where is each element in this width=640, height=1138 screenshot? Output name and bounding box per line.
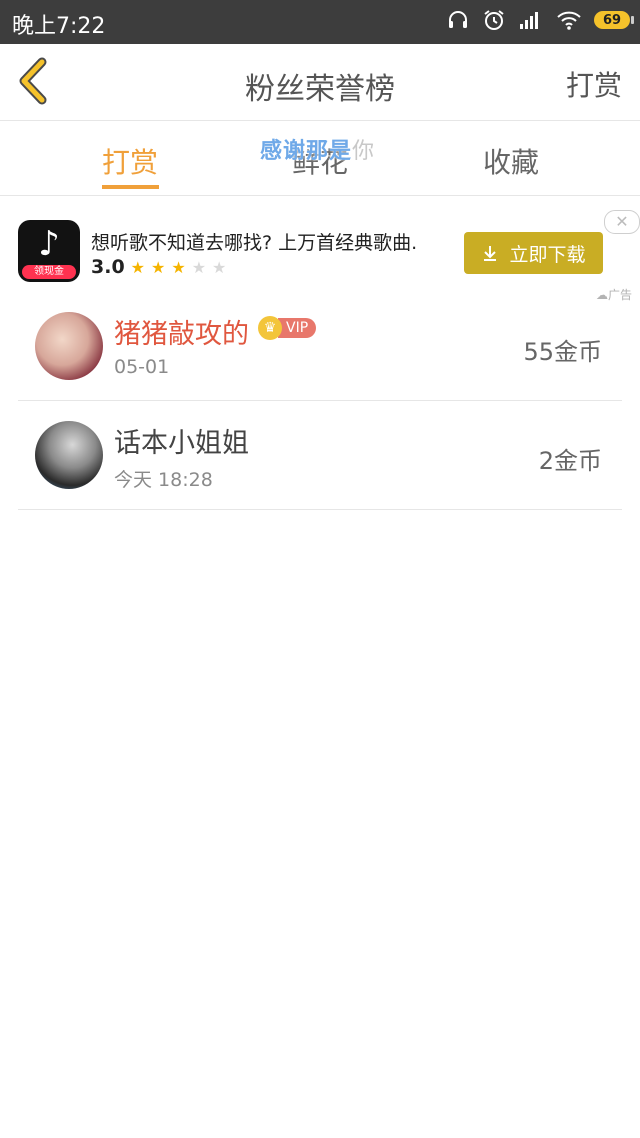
user-name: 猪猪敲攻的 [114,319,249,350]
tab-bar: 打赏 鲜花 收藏 感谢那是你 [0,121,640,196]
status-bar: 晚上7:22 69 [0,0,640,44]
list-item[interactable]: 猪猪敲攻的 ♛ VIP 05-01 55金币 [18,292,622,401]
user-name: 话本小姐姐 [114,428,249,459]
ad-banner[interactable]: ♪ 领现金 想听歌不知道去哪找? 上万首经典歌曲. 3.0 ★ ★ ★ ★ ★ … [0,196,640,302]
avatar[interactable] [35,312,103,380]
vip-badge: ♛ VIP [258,316,317,340]
tab-active-indicator [102,185,159,189]
ad-rating-value: 3.0 [91,256,125,278]
star-filled-icon: ★ [151,257,166,277]
ad-download-button[interactable]: 立即下载 [464,232,603,274]
battery-icon: 69 [594,11,634,29]
ranking-list: 猪猪敲攻的 ♛ VIP 05-01 55金币 话本小姐姐 今天 18:28 2金… [0,292,640,510]
status-time: 晚上7:22 [12,14,106,39]
close-icon: ✕ [615,212,629,231]
vip-label: VIP [278,318,317,338]
alarm-icon [484,10,504,30]
ad-app-icon[interactable]: ♪ 领现金 [18,220,80,282]
music-note-icon: ♪ [38,224,60,264]
headphones-icon [449,11,467,28]
signal-icon [520,12,538,29]
overlay-text-faded: 你 [352,139,376,164]
reward-amount: 2金币 [538,447,602,475]
reward-amount: 55金币 [523,338,602,366]
ad-rating: 3.0 ★ ★ ★ ★ ★ [91,256,232,278]
reward-date: 今天 18:28 [114,469,213,491]
overlay-watermark: 感谢那是你 [260,133,375,165]
list-item[interactable]: 话本小姐姐 今天 18:28 2金币 [18,401,622,510]
ad-description: 想听歌不知道去哪找? 上万首经典歌曲. [91,232,418,254]
ad-close-button[interactable]: ✕ [604,210,640,234]
status-icons: 69 [446,8,634,32]
tab-favorites[interactable]: 收藏 [483,141,539,181]
page-title: 粉丝荣誉榜 [245,72,395,107]
ad-download-label: 立即下载 [509,243,586,266]
tab-reward[interactable]: 打赏 [102,141,158,181]
crown-icon: ♛ [258,316,282,340]
ad-app-badge: 领现金 [22,265,76,279]
wifi-icon [557,11,581,30]
star-empty-icon: ★ [191,257,207,277]
star-filled-icon: ★ [130,257,146,277]
avatar[interactable] [35,421,103,489]
download-icon [484,246,497,261]
header: 粉丝荣誉榜 打赏 [0,44,640,121]
star-filled-icon: ★ [171,257,186,277]
star-empty-icon: ★ [212,257,227,277]
reward-button[interactable]: 打赏 [566,64,622,104]
overlay-text-main: 感谢那是 [260,139,353,164]
reward-date: 05-01 [114,356,170,378]
